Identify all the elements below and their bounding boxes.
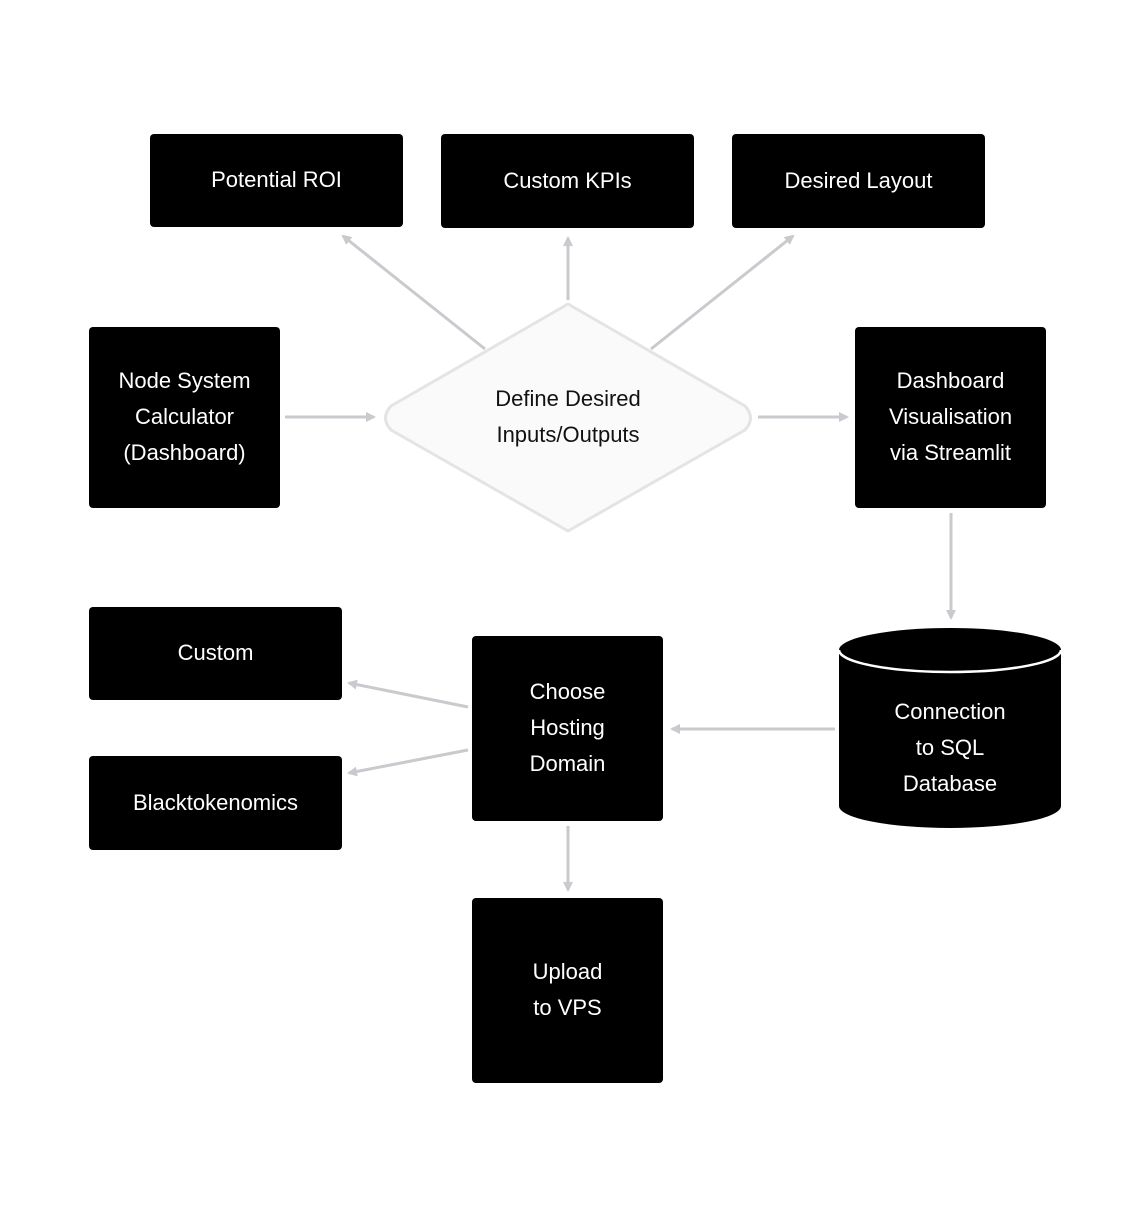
label-line: Blacktokenomics (133, 790, 298, 815)
label-line: Connection (894, 699, 1005, 724)
label-line: Custom (178, 640, 254, 665)
node-potential-roi[interactable]: Potential ROI (150, 134, 403, 227)
label-line: via Streamlit (890, 440, 1011, 465)
node-blacktokenomics[interactable]: Blacktokenomics (89, 756, 342, 850)
edge-define-to-desired-layout (650, 234, 795, 351)
node-dashboard-visualisation-label: Dashboard Visualisation via Streamlit (889, 368, 1012, 465)
label-line: Calculator (135, 404, 234, 429)
label-line: Database (903, 771, 997, 796)
label-line: Upload (533, 959, 603, 984)
node-upload-to-vps[interactable]: Upload to VPS (472, 898, 663, 1083)
node-dashboard-visualisation[interactable]: Dashboard Visualisation via Streamlit (855, 327, 1046, 508)
node-custom-kpis[interactable]: Custom KPIs (441, 134, 694, 228)
label-line: Custom KPIs (503, 168, 631, 193)
node-custom-kpis-label: Custom KPIs (503, 168, 631, 193)
label-line: Potential ROI (211, 167, 342, 192)
edge-choose-hosting-to-custom (347, 679, 469, 709)
node-desired-layout-label: Desired Layout (785, 168, 933, 193)
node-potential-roi-label: Potential ROI (211, 167, 342, 192)
node-define-desired-inputs-outputs[interactable]: Define Desired Inputs/Outputs (384, 302, 752, 533)
node-custom[interactable]: Custom (89, 607, 342, 700)
node-blacktokenomics-label: Blacktokenomics (133, 790, 298, 815)
label-line: (Dashboard) (123, 440, 245, 465)
label-line: Node System (118, 368, 250, 393)
edge-choose-hosting-to-blacktokenomics (347, 748, 469, 777)
label-line: Desired Layout (785, 168, 933, 193)
label-line: Choose (530, 679, 606, 704)
node-node-system-calculator-label: Node System Calculator (Dashboard) (118, 368, 250, 465)
node-choose-hosting-domain[interactable]: Choose Hosting Domain (472, 636, 663, 821)
node-node-system-calculator[interactable]: Node System Calculator (Dashboard) (89, 327, 280, 508)
label-line: Visualisation (889, 404, 1012, 429)
label-line: to SQL (916, 735, 984, 760)
label-line: Inputs/Outputs (496, 422, 639, 447)
label-line: Hosting (530, 715, 605, 740)
flowchart: Potential ROI Custom KPIs Desired Layout… (89, 134, 1063, 1083)
label-line: Define Desired (495, 386, 641, 411)
node-custom-label: Custom (178, 640, 254, 665)
node-desired-layout[interactable]: Desired Layout (732, 134, 985, 228)
edge-define-to-potential-roi (341, 234, 486, 351)
node-choose-hosting-domain-label: Choose Hosting Domain (530, 679, 606, 776)
label-line: Dashboard (897, 368, 1005, 393)
label-line: Domain (530, 751, 606, 776)
node-sql-database[interactable]: Connection to SQL Database (837, 628, 1063, 828)
label-line: to VPS (533, 995, 601, 1020)
